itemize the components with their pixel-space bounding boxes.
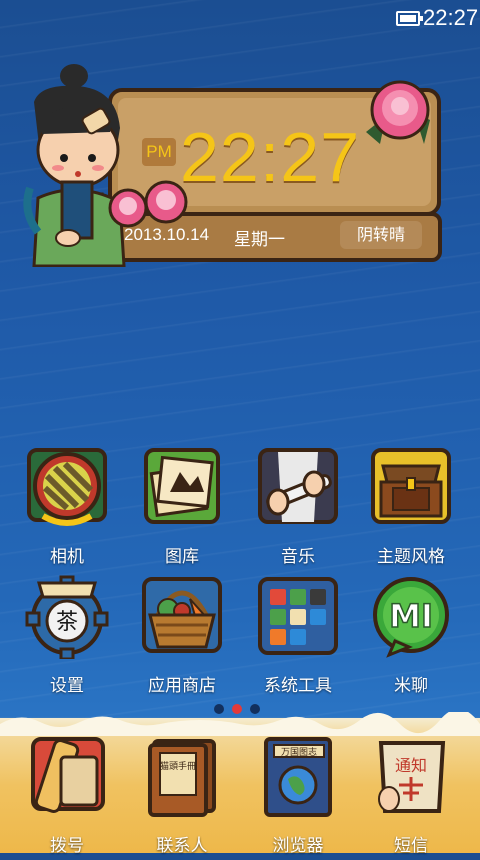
app-label: 短信 <box>394 836 428 856</box>
ampm-label: PM <box>142 138 176 166</box>
app-settings[interactable]: 茶 设置 <box>12 575 122 700</box>
camera-icon <box>27 448 107 526</box>
dock-browser[interactable]: 万国图志 浏览器 <box>243 735 353 860</box>
music-flute-icon <box>258 448 338 524</box>
status-bar: 22:27 <box>0 0 480 36</box>
app-gallery[interactable]: 图库 <box>127 446 237 571</box>
app-label: 音乐 <box>281 547 315 567</box>
book-contacts-icon: 猫頭手冊 <box>148 739 216 817</box>
wave-foam <box>0 712 480 736</box>
mi-chat-icon: MI <box>373 577 449 658</box>
app-music[interactable]: 音乐 <box>243 446 353 571</box>
app-label: 应用商店 <box>148 676 216 696</box>
dock-phone[interactable]: 拨号 <box>12 735 122 860</box>
book-globe-icon: 万国图志 <box>264 737 332 817</box>
app-label: 图库 <box>165 547 199 567</box>
app-label: 米聊 <box>394 676 428 696</box>
tea-gear-icon: 茶 <box>25 575 109 661</box>
app-label: 联系人 <box>156 836 208 856</box>
app-label: 主题风格 <box>377 547 445 567</box>
peony-flower-icon <box>108 180 188 228</box>
svg-text:MI: MI <box>389 597 433 635</box>
clock-widget[interactable]: PM 22:27 2013.10.14 星期一 阴转晴 <box>20 62 442 267</box>
contacts-cover-text: 猫頭手冊 <box>160 760 196 772</box>
vegetable-basket-icon <box>142 577 222 653</box>
app-store[interactable]: 应用商店 <box>127 575 237 700</box>
app-mitalk[interactable]: MI 米聊 <box>356 575 466 700</box>
weekday-text: 星期一 <box>234 230 285 250</box>
scroll-phone-icon <box>31 737 105 813</box>
gallery-icon <box>144 448 220 524</box>
messages-cover-text: 通知 <box>395 756 427 775</box>
dock-messages[interactable]: 通知 短信 <box>356 735 466 860</box>
app-label: 系统工具 <box>264 676 332 696</box>
app-camera[interactable]: 相机 <box>12 446 122 571</box>
app-label: 设置 <box>50 676 84 696</box>
app-system-tools[interactable]: 系统工具 <box>243 575 353 700</box>
cartoon-boy-icon <box>23 64 126 267</box>
app-theme[interactable]: 主题风格 <box>356 446 466 571</box>
battery-icon <box>396 11 423 26</box>
peony-flower-icon <box>366 80 430 144</box>
clock-time: 22:27 <box>180 118 361 196</box>
status-time: 22:27 <box>423 5 479 30</box>
app-label: 相机 <box>50 547 84 567</box>
page-indicator[interactable] <box>214 699 274 714</box>
app-label: 浏览器 <box>272 836 324 856</box>
notice-scroll-icon: 通知 <box>378 741 446 813</box>
weather-badge: 阴转晴 <box>340 221 422 249</box>
dock-contacts[interactable]: 猫頭手冊 联系人 <box>127 735 237 860</box>
svg-text:茶: 茶 <box>56 610 78 635</box>
app-label: 拨号 <box>50 836 84 856</box>
folder-icon <box>258 577 338 655</box>
treasure-chest-icon <box>371 448 451 524</box>
browser-cover-text: 万国图志 <box>281 746 317 758</box>
